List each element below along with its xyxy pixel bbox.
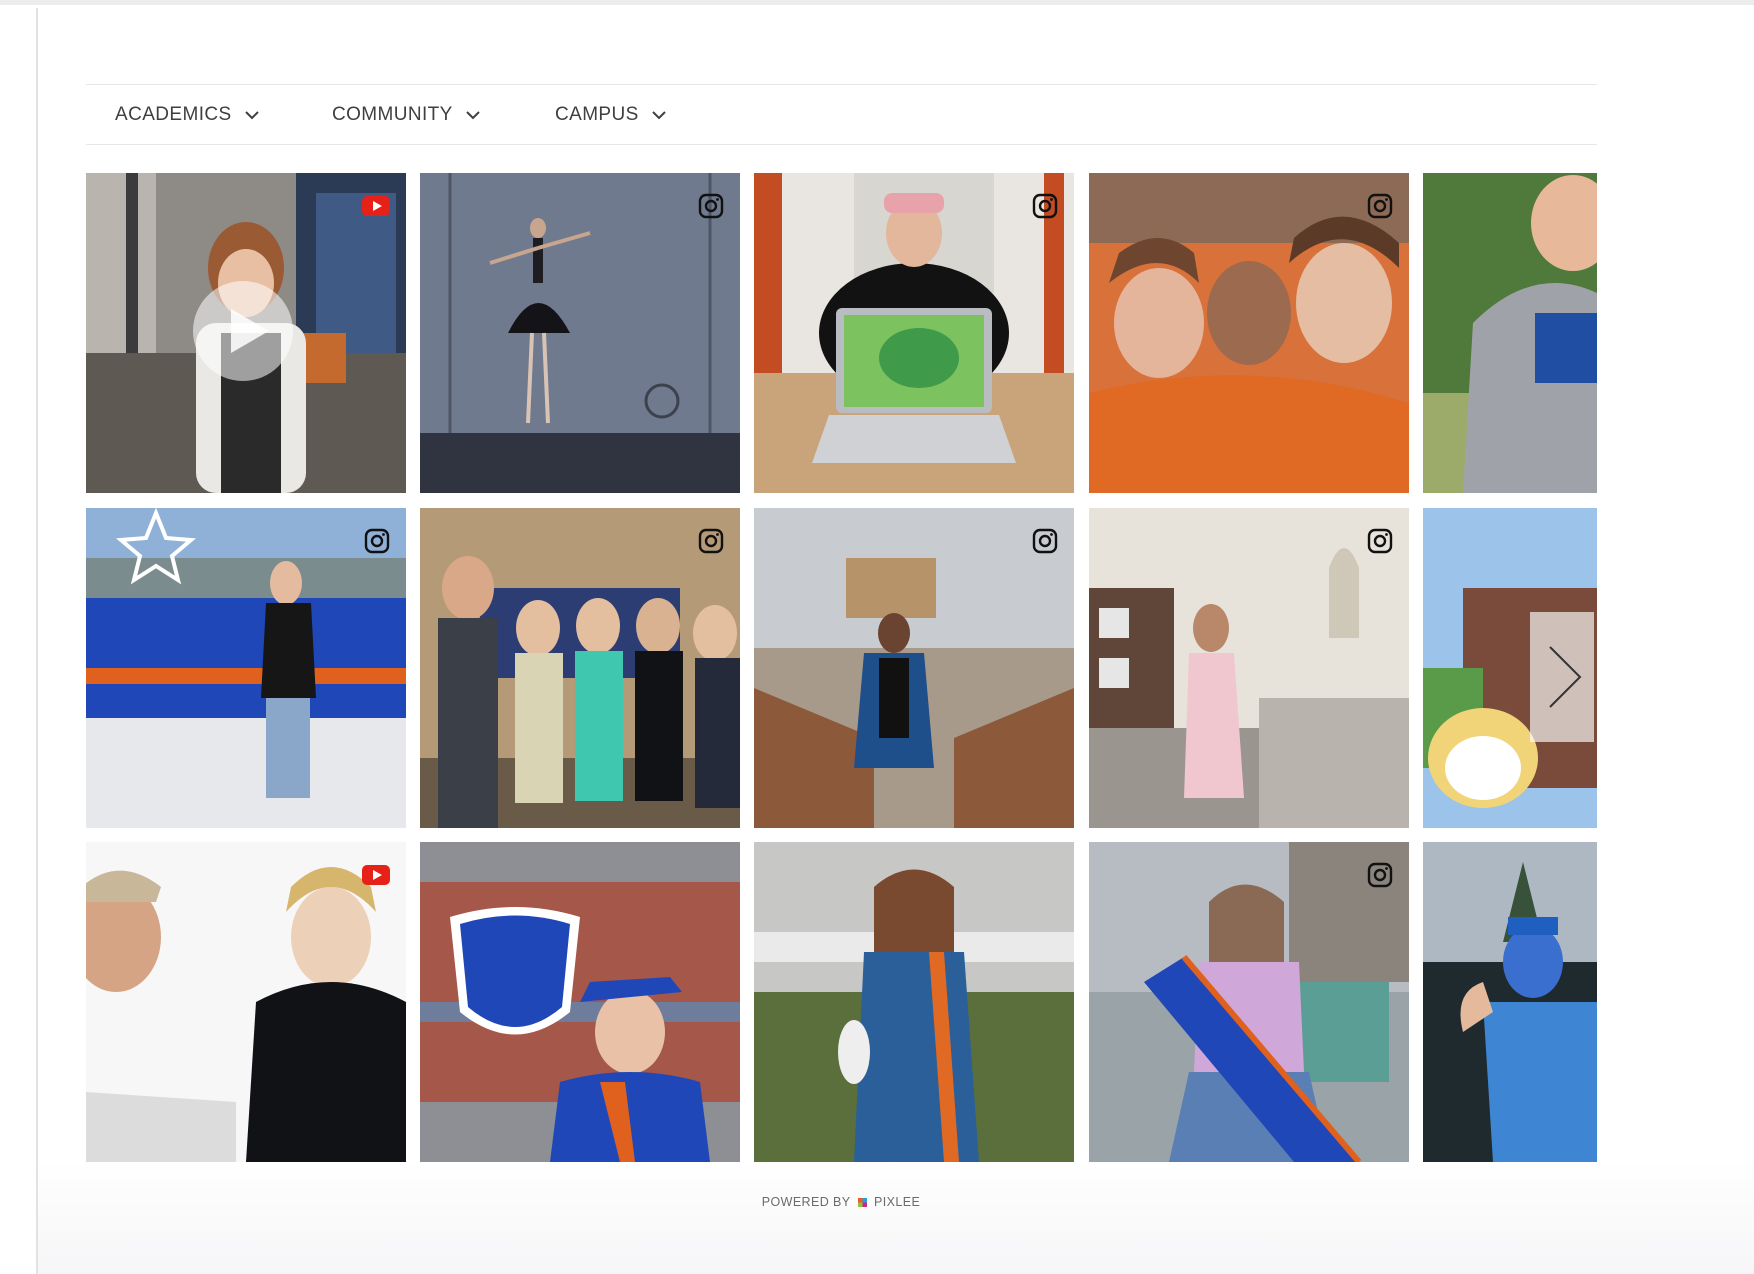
filter-community[interactable]: COMMUNITY [332, 85, 481, 144]
youtube-icon [362, 196, 390, 216]
instagram-icon [698, 193, 724, 219]
tile-photo [420, 508, 740, 828]
chevron-down-icon [244, 110, 259, 119]
gallery-tile[interactable] [1089, 842, 1409, 1162]
gallery-tile[interactable] [1423, 842, 1597, 1162]
youtube-icon [362, 865, 390, 885]
filter-label: ACADEMICS [115, 103, 232, 125]
gallery-tile[interactable] [1089, 508, 1409, 828]
gallery-tile[interactable] [754, 842, 1074, 1162]
powered-by[interactable]: POWERED BY PIXLEE [0, 1195, 1682, 1209]
tile-photo [754, 173, 1074, 493]
tile-photo [1089, 842, 1409, 1162]
gallery-tile[interactable] [1423, 173, 1597, 493]
tile-photo [1089, 173, 1409, 493]
tile-photo [1423, 842, 1597, 1162]
left-divider [36, 8, 38, 1274]
instagram-icon [1367, 193, 1393, 219]
photo-gallery [86, 173, 1597, 1175]
chevron-down-icon [651, 110, 666, 119]
powered-by-text: POWERED BY [761, 1195, 851, 1209]
tile-photo [754, 508, 1074, 828]
instagram-icon [1367, 862, 1393, 888]
instagram-icon [1032, 193, 1058, 219]
tile-photo [1089, 508, 1409, 828]
gallery-tile[interactable] [420, 508, 740, 828]
filter-campus[interactable]: CAMPUS [555, 85, 667, 144]
instagram-icon [1367, 528, 1393, 554]
instagram-icon [698, 528, 724, 554]
pixlee-brand: PIXLEE [874, 1195, 921, 1209]
gallery-tile[interactable] [420, 842, 740, 1162]
page: ACADEMICS COMMUNITY CAMPUS POWERED BY PI… [0, 0, 1754, 1274]
tile-photo [420, 173, 740, 493]
gallery-tile[interactable] [754, 173, 1074, 493]
tile-photo [86, 508, 406, 828]
gallery-tile[interactable] [86, 508, 406, 828]
gallery-tile[interactable] [420, 173, 740, 493]
gallery-tile[interactable] [86, 173, 406, 493]
tile-photo [86, 842, 406, 1162]
top-border [0, 0, 1754, 5]
play-button[interactable] [193, 281, 293, 381]
play-icon [231, 309, 269, 353]
gallery-tile[interactable] [754, 508, 1074, 828]
tile-photo [420, 842, 740, 1162]
instagram-icon [1032, 528, 1058, 554]
gallery-tile[interactable] [1089, 173, 1409, 493]
instagram-icon [364, 528, 390, 554]
pixlee-logo-icon [858, 1198, 868, 1207]
chevron-down-icon [466, 110, 480, 119]
chevron-right-icon [1530, 612, 1594, 742]
filter-label: CAMPUS [555, 103, 639, 125]
filter-bar: ACADEMICS COMMUNITY CAMPUS [86, 84, 1597, 145]
filter-label: COMMUNITY [332, 103, 453, 125]
tile-photo [1423, 173, 1597, 493]
bottom-fade [38, 1160, 1754, 1274]
carousel-next-button[interactable] [1530, 612, 1594, 742]
tile-photo [754, 842, 1074, 1162]
gallery-tile[interactable] [86, 842, 406, 1162]
filter-academics[interactable]: ACADEMICS [115, 85, 260, 144]
